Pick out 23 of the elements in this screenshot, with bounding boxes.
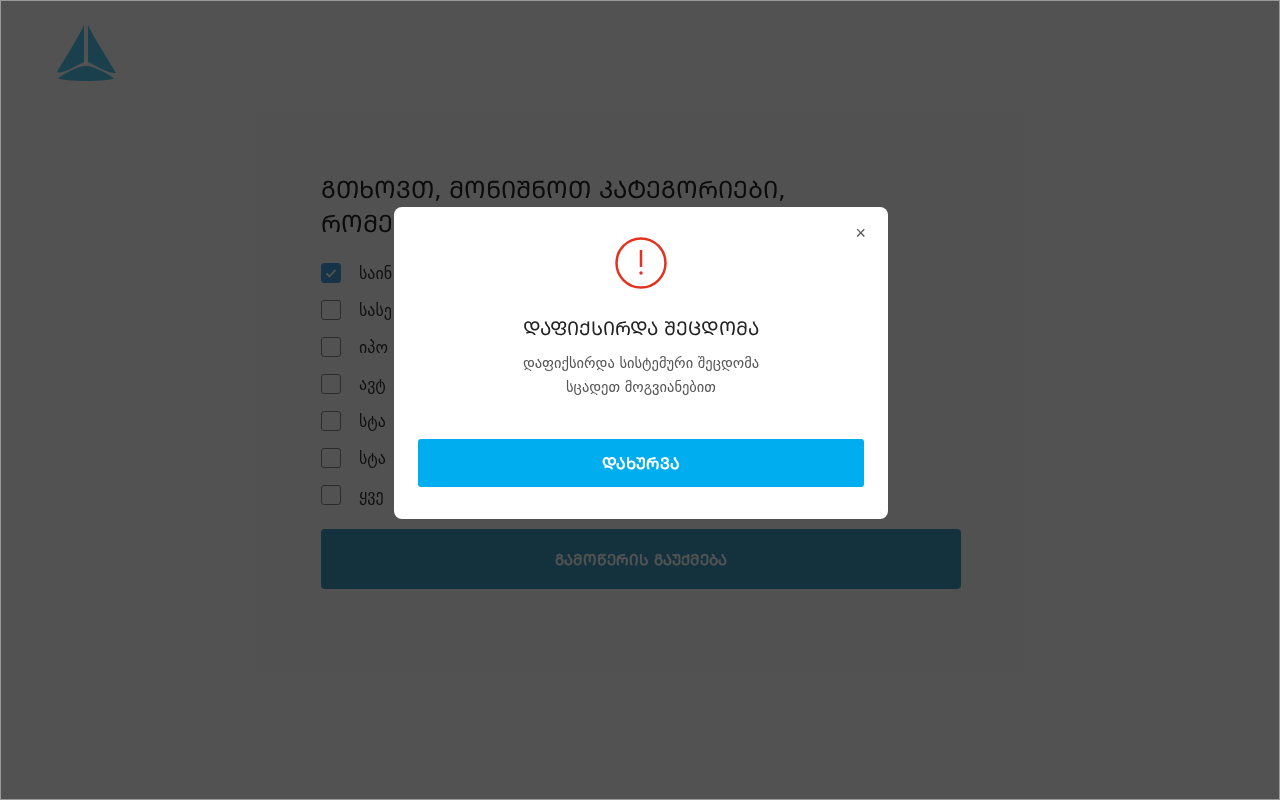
- close-button[interactable]: ×: [851, 222, 870, 244]
- error-icon: [615, 237, 667, 289]
- category-label: სასე: [359, 300, 392, 320]
- checkbox[interactable]: [321, 337, 341, 357]
- checkbox[interactable]: [321, 300, 341, 320]
- dialog-message: სცადეთ მოგვიანებით: [565, 378, 717, 397]
- checkbox[interactable]: [321, 485, 341, 505]
- category-label: იპო: [359, 337, 388, 357]
- category-label: სტა: [359, 411, 386, 431]
- logo-icon: [54, 24, 118, 82]
- category-label: საინ: [359, 263, 393, 283]
- checkbox[interactable]: [321, 448, 341, 468]
- dialog-title: ᲓᲐᲤᲘᲥᲡᲘᲠᲓᲐ ᲨᲔᲪᲓᲝᲛᲐ: [522, 316, 759, 341]
- close-dialog-button[interactable]: ᲓᲐᲮᲣᲠᲕᲐ: [418, 439, 864, 487]
- checkbox[interactable]: [321, 374, 341, 394]
- category-label: ყვე: [359, 485, 384, 505]
- form-heading: ᲒᲗᲮᲝᲕᲗ, ᲛᲝᲜᲘᲨᲜᲝᲗ ᲙᲐᲢᲔᲒᲝᲠᲘᲔᲑᲘ,: [321, 175, 786, 206]
- checkbox[interactable]: [321, 411, 341, 431]
- form-heading: ᲠᲝᲛᲔ: [321, 209, 393, 240]
- category-label: სტა: [359, 448, 386, 468]
- dialog-message: დაფიქსირდა სისტემური შეცდომა: [522, 354, 760, 373]
- category-label: ავტ: [359, 374, 386, 394]
- checkbox[interactable]: [321, 263, 341, 283]
